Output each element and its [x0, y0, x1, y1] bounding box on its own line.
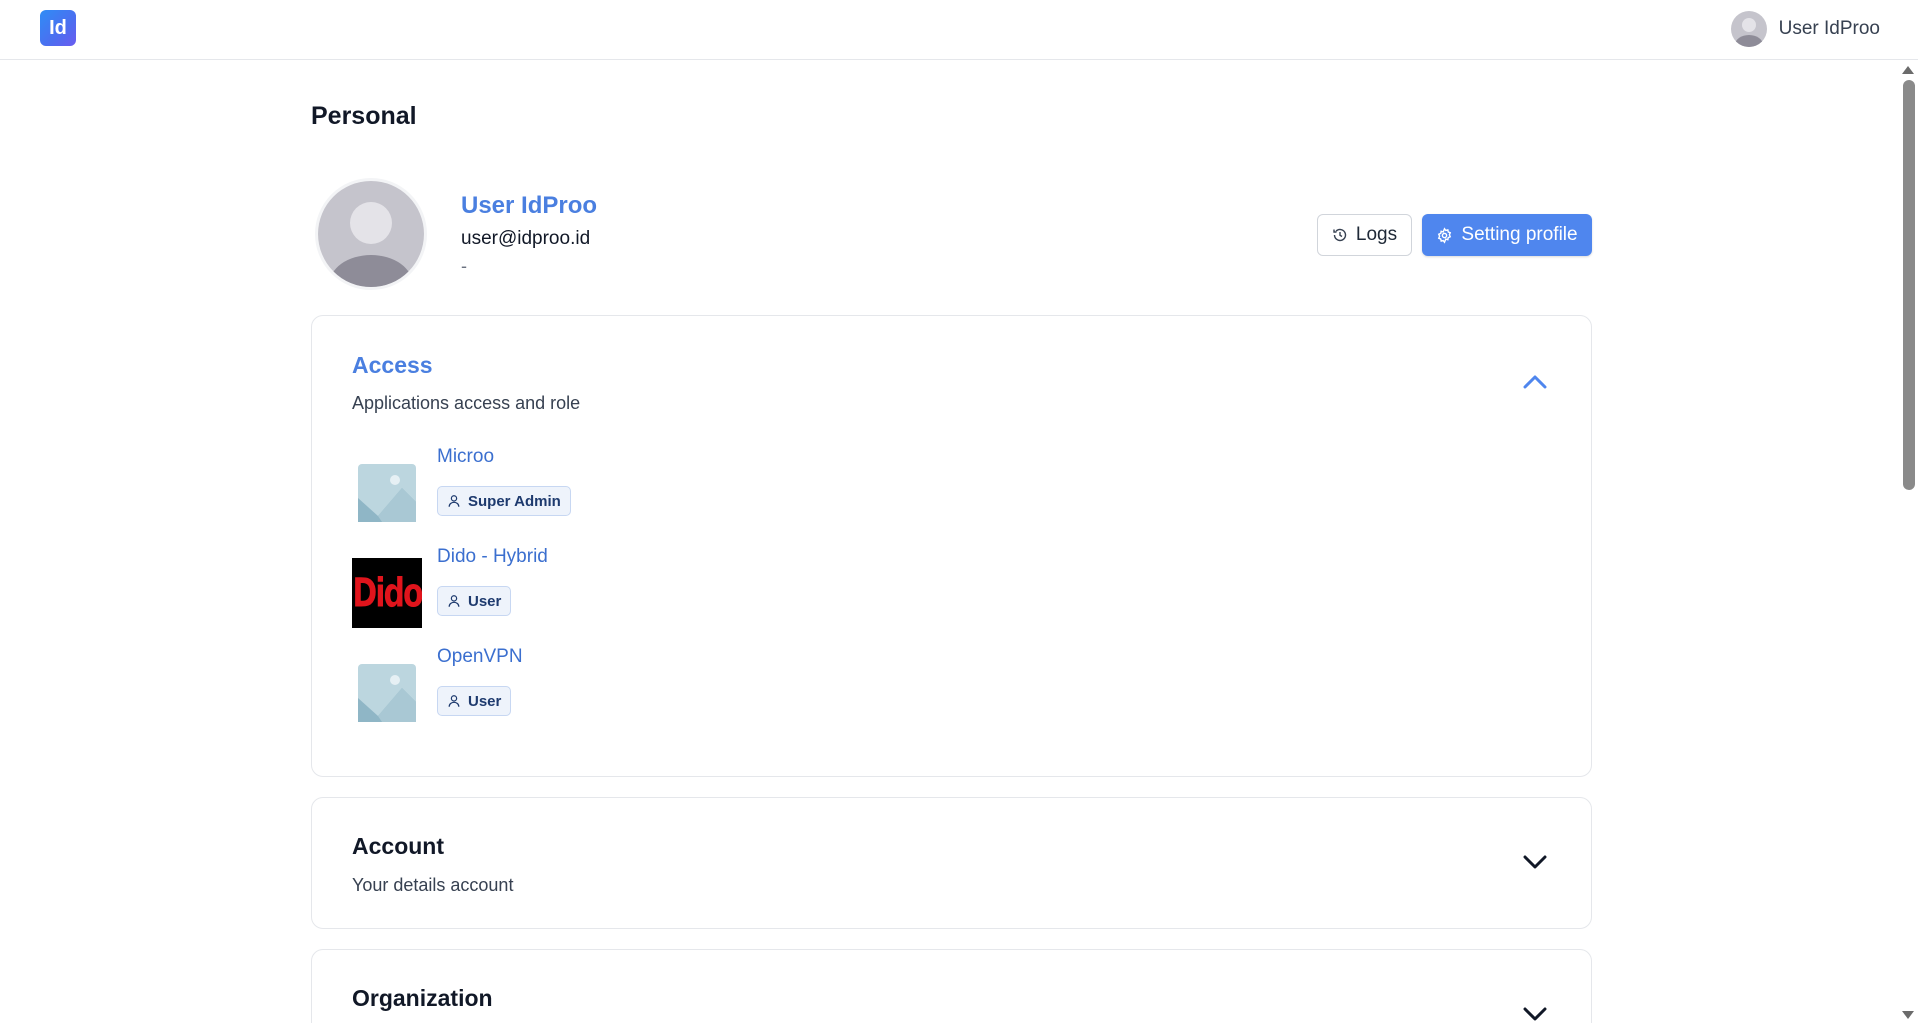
page-scrollbar[interactable] [1900, 60, 1918, 1023]
scroll-up-arrow-icon[interactable] [1902, 66, 1914, 74]
profile-name: User IdProo [461, 192, 598, 219]
dido-logo: Dido [352, 558, 422, 628]
role-badge-label: Super Admin [468, 492, 561, 510]
account-card[interactable]: Account Your details account [311, 797, 1592, 929]
gear-icon [1438, 226, 1452, 244]
placeholder-image-icon [352, 658, 422, 728]
profile-email: user@idproo.id [461, 228, 591, 249]
top-bar: Id User IdProo [0, 0, 1918, 60]
scroll-down-arrow-icon[interactable] [1902, 1011, 1914, 1019]
chevron-down-icon[interactable] [1521, 1000, 1549, 1023]
user-avatar-icon [1730, 11, 1767, 47]
app-name[interactable]: Microo [437, 446, 494, 468]
history-icon [1333, 228, 1347, 242]
logs-button[interactable]: Logs [1317, 214, 1412, 256]
user-menu-name: User IdProo [1778, 18, 1880, 39]
dido-logo-text: Dido [352, 569, 422, 617]
role-badge: User [437, 586, 512, 616]
profile-extra: - [461, 256, 467, 276]
chevron-down-icon[interactable] [1521, 848, 1549, 876]
app-name[interactable]: OpenVPN [437, 646, 523, 668]
profile-avatar-icon [315, 178, 427, 290]
user-icon [448, 695, 460, 707]
scroll-thumb[interactable] [1903, 80, 1915, 490]
chevron-up-icon[interactable] [1521, 368, 1549, 396]
user-menu[interactable]: User IdProo [1730, 10, 1880, 48]
app-logo[interactable]: Id [40, 10, 76, 46]
user-icon [448, 495, 460, 507]
access-card: Access Applications access and role Micr… [311, 315, 1592, 777]
role-badge: Super Admin [437, 486, 571, 516]
app-name[interactable]: Dido - Hybrid [437, 546, 548, 568]
user-icon [448, 595, 460, 607]
access-subtitle: Applications access and role [352, 393, 581, 413]
logs-button-label: Logs [1355, 224, 1398, 245]
organization-card[interactable]: Organization [311, 949, 1592, 1023]
setting-profile-label: Setting profile [1461, 224, 1578, 245]
setting-profile-button[interactable]: Setting profile [1422, 214, 1592, 256]
account-title: Account [352, 833, 444, 859]
organization-title: Organization [352, 985, 493, 1011]
role-badge-label: User [468, 592, 502, 610]
page-title: Personal [311, 102, 417, 130]
role-badge-label: User [468, 692, 502, 710]
account-subtitle: Your details account [352, 875, 514, 895]
placeholder-image-icon [352, 458, 422, 528]
role-badge: User [437, 686, 512, 716]
access-title: Access [352, 352, 433, 378]
